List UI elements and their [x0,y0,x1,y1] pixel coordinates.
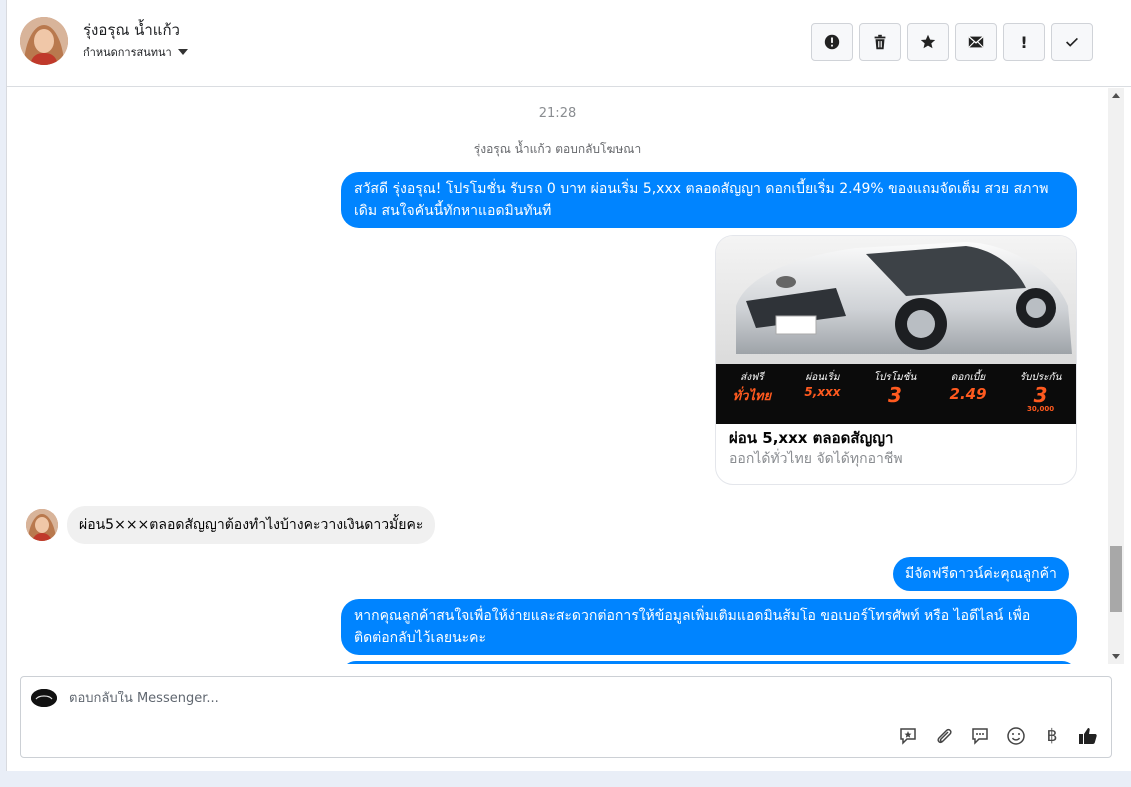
ad-card-subtitle: ออกได้ทั่วไทย จัดได้ทุกอาชีพ [729,451,903,467]
like-icon [1079,728,1097,744]
scroll-up-arrow-icon[interactable] [1112,93,1120,98]
attach-icon [937,728,952,744]
caret-down-icon [177,49,188,55]
conversation-status-dropdown[interactable]: กำหนดการสนทนา [83,43,188,61]
car-ad-image: ส่งฟรี ทั่วไทย ผ่อนเริ่ม 5,xxx โปรโมชั่น… [716,236,1076,424]
delete-button[interactable] [859,23,901,61]
banner-installment-value: 5,xxx [804,385,841,399]
alert-circle-icon [824,34,840,50]
banner-ship: ส่งฟรี ทั่วไทย [733,370,772,406]
banner-insurance-value: 3 [1033,383,1048,407]
banner-insurance: รับประกัน 3 30,000 [1020,370,1062,413]
chat-button[interactable] [969,725,991,747]
payment-button[interactable]: ฿ [1041,725,1063,747]
message-composer: ฿ [20,676,1112,758]
envelope-icon [968,36,984,48]
ad-card[interactable]: ส่งฟรี ทั่วไทย ผ่อนเริ่ม 5,xxx โปรโมชั่น… [715,235,1077,485]
reply-input[interactable] [69,691,869,706]
exclamation-icon: ! [1020,32,1028,52]
conversation-status-label: กำหนดการสนทนา [83,46,172,59]
incoming-message[interactable]: ผ่อน5×××ตลอดสัญญาต้องทำไงบ้างคะวางเงินดา… [67,506,436,544]
banner-installment: ผ่อนเริ่ม 5,xxx [804,370,840,399]
mark-spam-button[interactable] [811,23,853,61]
outgoing-message-free-down[interactable]: มีจัดฟรีดาวน์ค่ะคุณลูกค้า [893,557,1069,591]
contact-avatar-small[interactable] [26,509,58,541]
saved-reply-button[interactable] [897,725,919,747]
banner-interest: ดอกเบี้ย 2.49 [950,370,987,403]
outgoing-message-partial[interactable] [341,661,1077,664]
contact-avatar[interactable] [20,17,68,65]
check-icon [1066,37,1078,47]
chat-icon [972,728,988,745]
mark-unread-button[interactable] [955,23,997,61]
message-timestamp: 21:28 [538,106,577,121]
conversation-header: รุ่งอรุณ น้ำแก้ว กำหนดการสนทนา ! [7,0,1131,87]
banner-ship-label: ส่งฟรี [740,372,764,383]
emoji-button[interactable] [1005,725,1027,747]
emoji-icon [1007,727,1025,745]
banner-ship-value: ทั่วไทย [732,389,772,404]
ad-card-title: ผ่อน 5,xxx ตลอดสัญญา [729,429,894,447]
baht-icon: ฿ [1046,726,1058,746]
saved-reply-icon [900,728,916,745]
header-actions: ! [811,23,1093,61]
contact-name[interactable]: รุ่งอรุณ น้ำแก้ว [83,18,180,42]
banner-installment-label: ผ่อนเริ่ม [805,372,840,383]
scrollbar-thumb[interactable] [1110,546,1122,612]
attach-button[interactable] [933,725,955,747]
page-avatar [31,689,57,707]
trash-icon [874,34,886,50]
message-thread[interactable]: 21:28 รุ่งอรุณ น้ำแก้ว ตอบกลับโฆษณา สวัส… [7,88,1108,664]
banner-insurance-sub: 30,000 [1027,405,1055,413]
mark-done-button[interactable] [1051,23,1093,61]
ad-reply-info: รุ่งอรุณ น้ำแก้ว ตอบกลับโฆษณา [473,142,642,156]
important-button[interactable]: ! [1003,23,1045,61]
outgoing-message-contact-request[interactable]: หากคุณลูกค้าสนใจเพื่อให้ง่ายและสะดวกต่อก… [341,599,1077,655]
composer-tools: ฿ [897,725,1099,747]
like-button[interactable] [1077,725,1099,747]
star-button[interactable] [907,23,949,61]
conversation-panel: รุ่งอรุณ น้ำแก้ว กำหนดการสนทนา ! 21:28 ร… [6,0,1131,771]
banner-promo: โปรโมชั่น 3 [874,370,917,405]
ad-banner: ส่งฟรี ทั่วไทย ผ่อนเริ่ม 5,xxx โปรโมชั่น… [716,364,1076,424]
star-icon [920,34,936,49]
outgoing-message-promo[interactable]: สวัสดี รุ่งอรุณ! โปรโมชั่น รับรถ 0 บาท ผ… [341,172,1077,228]
banner-promo-value: 3 [888,383,902,407]
message-scrollbar[interactable] [1108,88,1124,664]
banner-interest-label: ดอกเบี้ย [950,372,986,383]
banner-interest-value: 2.49 [949,385,987,403]
scroll-down-arrow-icon[interactable] [1112,654,1120,659]
